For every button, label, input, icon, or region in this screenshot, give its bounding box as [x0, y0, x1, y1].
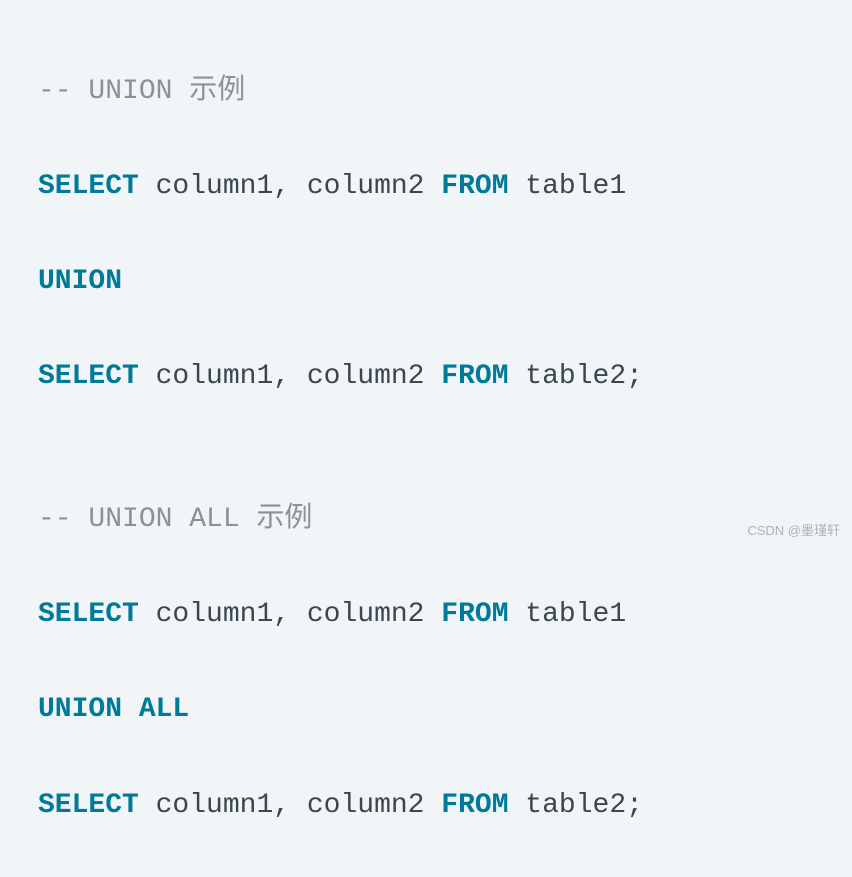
sql-keyword-select: SELECT [38, 599, 139, 630]
sql-keyword-union-all: UNION ALL [38, 694, 189, 725]
sql-table: table2; [509, 790, 643, 821]
watermark-text: CSDN @墨瑾轩 [747, 520, 840, 542]
code-line: SELECT column1, column2 FROM table1 [38, 163, 814, 211]
sql-keyword-union: UNION [38, 266, 122, 297]
sql-comment: -- UNION 示例 [38, 76, 245, 107]
code-line-comment: -- UNION 示例 [38, 68, 814, 116]
sql-table: table1 [509, 599, 627, 630]
sql-keyword-from: FROM [441, 790, 508, 821]
sql-keyword-select: SELECT [38, 790, 139, 821]
sql-keyword-from: FROM [441, 171, 508, 202]
sql-table: table1 [509, 171, 627, 202]
sql-columns: column1, column2 [139, 171, 441, 202]
sql-keyword-select: SELECT [38, 171, 139, 202]
code-line: SELECT column1, column2 FROM table1 [38, 591, 814, 639]
sql-comment: -- UNION ALL 示例 [38, 504, 312, 535]
code-line: SELECT column1, column2 FROM table2; [38, 353, 814, 401]
sql-keyword-from: FROM [441, 361, 508, 392]
sql-columns: column1, column2 [139, 361, 441, 392]
sql-columns: column1, column2 [139, 599, 441, 630]
code-line: SELECT column1, column2 FROM table2; [38, 782, 814, 830]
code-line: UNION ALL [38, 686, 814, 734]
code-line-comment: -- UNION ALL 示例 [38, 496, 814, 544]
sql-columns: column1, column2 [139, 790, 441, 821]
sql-keyword-from: FROM [441, 599, 508, 630]
sql-code-block: -- UNION 示例 SELECT column1, column2 FROM… [38, 20, 814, 877]
sql-table: table2; [509, 361, 643, 392]
code-line: UNION [38, 258, 814, 306]
sql-keyword-select: SELECT [38, 361, 139, 392]
